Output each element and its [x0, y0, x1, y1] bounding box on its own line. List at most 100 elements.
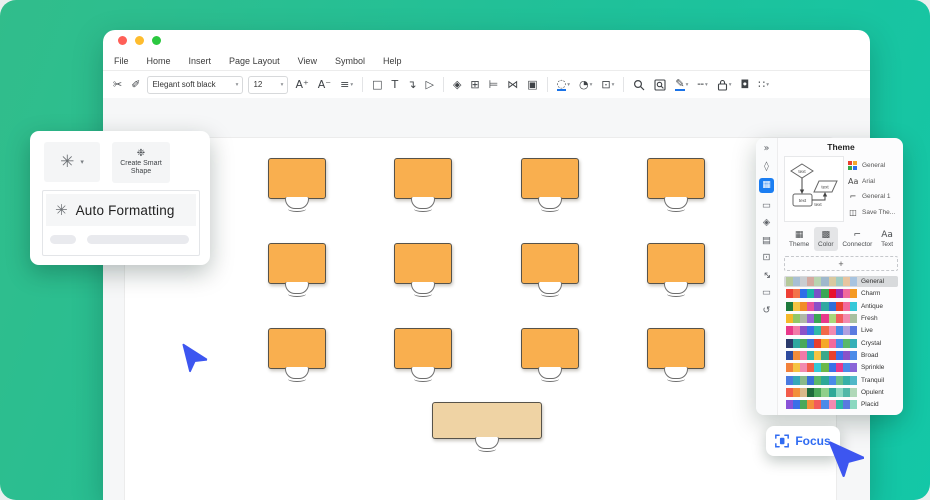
color-swatches	[786, 387, 857, 397]
group-icon[interactable]: ⊞	[468, 77, 481, 92]
student-desk-r2c2[interactable]	[394, 243, 452, 297]
student-desk-r2c1[interactable]	[268, 243, 326, 297]
menu-item-symbol[interactable]: Symbol	[335, 56, 365, 66]
add-color-scheme-button[interactable]: +	[784, 256, 898, 271]
student-desk-r2c3[interactable]	[521, 243, 579, 297]
connector-tool-icon[interactable]: ↴	[405, 77, 418, 92]
find-replace-icon[interactable]	[652, 78, 668, 92]
theme-preview[interactable]: text text text text	[784, 156, 844, 222]
tab-theme[interactable]: ▦ Theme	[785, 227, 813, 251]
color-scheme-fresh[interactable]: Fresh	[784, 313, 898, 324]
auto-formatting-option[interactable]: ✳ Auto Formatting	[46, 194, 196, 226]
color-scheme-general[interactable]: General	[784, 276, 898, 288]
history-icon[interactable]: ↺	[763, 305, 771, 316]
pages-icon[interactable]: ⊡	[763, 252, 771, 263]
chevron-down-icon: ▾	[685, 82, 689, 88]
increase-font-icon[interactable]: A⁺	[293, 77, 310, 92]
close-window-button[interactable]	[118, 36, 127, 45]
text-tool-icon[interactable]: T	[390, 77, 401, 92]
tab-text[interactable]: Aa Text	[877, 227, 897, 251]
shapes-icon[interactable]: ◈	[763, 217, 770, 228]
cut-icon[interactable]: ✂	[111, 77, 124, 92]
theme-setting-arial[interactable]: Aa Arial	[848, 177, 898, 186]
screenshot-background: File Home Insert Page Layout View Symbol Help …	[0, 0, 930, 500]
font-icon: Aa	[848, 176, 859, 186]
auto-format-dropdown-button[interactable]: ✳ ▾	[44, 142, 100, 182]
frame-icon[interactable]: ◘	[739, 77, 752, 92]
layers-icon[interactable]: ◈	[451, 77, 463, 92]
student-desk-r3c1[interactable]	[268, 328, 326, 382]
chevron-down-icon: ▾	[235, 81, 239, 88]
menu-item-insert[interactable]: Insert	[189, 56, 212, 66]
background-icon[interactable]: ▭	[762, 200, 771, 211]
pen-color-icon[interactable]: ✎ ▾	[673, 77, 690, 92]
chevron-down-icon: ▾	[766, 82, 769, 88]
theme-setting-general[interactable]: General	[848, 161, 898, 171]
color-scheme-label: Fresh	[860, 315, 878, 323]
focus-button[interactable]: Focus	[766, 426, 840, 456]
create-smart-shape-button[interactable]: ❉ Create Smart Shape	[112, 142, 170, 183]
lock-icon[interactable]: ▾	[715, 78, 734, 92]
flip-shape-icon[interactable]: ⋈	[505, 77, 520, 92]
format-painter-icon[interactable]: ✐	[129, 77, 142, 92]
chair-icon	[664, 367, 688, 382]
menu-item-page-layout[interactable]: Page Layout	[229, 56, 280, 66]
text-align-icon[interactable]: ≡ ▾	[338, 77, 355, 92]
toolbar-separator	[442, 77, 444, 92]
student-desk-r3c4[interactable]	[647, 328, 705, 382]
shape-tool-icon[interactable]: □	[370, 77, 384, 92]
zoom-window-button[interactable]	[152, 36, 161, 45]
presentation-icon[interactable]: ▭	[762, 287, 771, 298]
color-scheme-opulent[interactable]: Opulent	[784, 387, 898, 398]
menu-item-help[interactable]: Help	[383, 56, 402, 66]
fit-screen-icon[interactable]: ↔	[760, 268, 773, 281]
student-desk-r3c2[interactable]	[394, 328, 452, 382]
fill-color-icon[interactable]: ◌ ▾	[555, 77, 572, 92]
shadow-icon[interactable]: ◔ ▾	[577, 77, 594, 92]
collapse-panel-icon[interactable]: »	[764, 143, 770, 154]
student-desk-r1c3[interactable]	[521, 158, 579, 212]
fill-style-icon[interactable]: ◊	[764, 161, 769, 172]
student-desk-r3c3[interactable]	[521, 328, 579, 382]
notes-icon[interactable]: ▤	[762, 235, 771, 246]
svg-text:text: text	[821, 185, 829, 190]
color-scheme-charm[interactable]: Charm	[784, 288, 898, 299]
theme-setting-save-the-[interactable]: ◫ Save The...	[848, 208, 898, 217]
student-desk-r2c4[interactable]	[647, 243, 705, 297]
color-scheme-placid[interactable]: Placid	[784, 399, 898, 410]
fill-color-icon-glyph: ◌	[556, 77, 567, 91]
decrease-font-icon[interactable]: A⁻	[316, 77, 333, 92]
color-scheme-live[interactable]: Live	[784, 325, 898, 336]
tab-connector[interactable]: ⌐ Connector	[838, 227, 876, 251]
color-scheme-broad[interactable]: Broad	[784, 350, 898, 361]
color-scheme-crystal[interactable]: Crystal	[784, 337, 898, 348]
crop-icon[interactable]: ⊡ ▾	[599, 77, 616, 92]
student-desk-r1c2[interactable]	[394, 158, 452, 212]
menu-item-home[interactable]: Home	[147, 56, 171, 66]
teacher-desk[interactable]	[432, 402, 542, 452]
align-objects-icon[interactable]: ⊨	[487, 77, 501, 92]
student-desk-r1c1[interactable]	[268, 158, 326, 212]
student-desk-r1c4[interactable]	[647, 158, 705, 212]
color-scheme-tranquil[interactable]: Tranquil	[784, 374, 898, 385]
line-style-icon[interactable]: ╌ ▾	[695, 77, 709, 92]
minimize-window-button[interactable]	[135, 36, 144, 45]
connection-points-icon[interactable]: ∷ ▾	[756, 77, 771, 92]
color-scheme-antique[interactable]: Antique	[784, 301, 898, 312]
menu-item-file[interactable]: File	[114, 56, 129, 66]
color-swatches	[786, 314, 857, 324]
font-family-select[interactable]: Elegant soft black ▾	[147, 75, 244, 94]
theme-panel-main: Theme text text text text General Aa Ari…	[778, 138, 903, 415]
chair-icon	[285, 282, 309, 297]
theme-icon[interactable]: ▦	[759, 178, 774, 193]
pointer-tool-icon[interactable]: ▷	[423, 77, 435, 92]
color-scheme-sprinkle[interactable]: Sprinkle	[784, 362, 898, 373]
svg-text:text: text	[798, 169, 806, 174]
menu-item-view[interactable]: View	[298, 56, 317, 66]
search-icon[interactable]	[631, 78, 647, 92]
bring-to-front-icon[interactable]: ▣	[525, 77, 539, 92]
bring-to-front-icon-glyph: ▣	[527, 78, 538, 91]
tab-color[interactable]: ▩ Color	[814, 227, 838, 251]
font-size-select[interactable]: 12 ▾	[248, 75, 289, 94]
theme-setting-general-1[interactable]: ⌐ General 1	[848, 192, 898, 201]
